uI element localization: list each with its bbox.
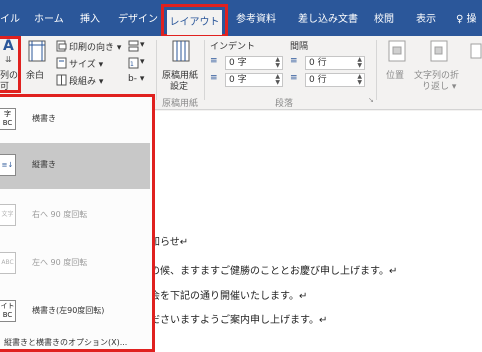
columns-button[interactable]: 段組み ▾ [56,73,116,87]
spacing-after-value: 0 行 [309,75,327,85]
paragraph-group-label: 段落 [275,99,294,109]
ribbon-tab-bar: イル ホーム 挿入 デザイン レイアウト 参考資料 差し込み文書 校閲 表示 ♀… [0,0,482,37]
menu-item-rotate-right[interactable]: 文字 右へ 90 度回転 [0,193,150,239]
spinner-icon: ▲ ▼ [357,73,362,86]
spacing-before-input[interactable]: 0 行 ▲ ▼ [305,56,365,70]
print-orientation-button[interactable]: 印刷の向き ▾ [56,39,126,53]
tab-references[interactable]: 参考資料 [236,10,276,25]
line-numbers-button[interactable]: 1 ▾ [128,56,150,70]
down-arrow-icon: ⇊ [5,55,12,64]
tab-tell-me[interactable]: ♀ 操 [456,10,477,25]
manuscript-settings-button[interactable]: 原稿用紙 設定 [160,38,202,92]
line-numbers-icon: 1 [128,57,139,69]
menu-item-label: 左へ 90 度回転 [32,258,88,267]
align-icon [470,43,482,59]
position-label: 位置 [386,71,405,81]
size-button[interactable]: サイズ ▾ [56,56,116,70]
text-direction-button[interactable]: A ⇊ 列の 可 [0,38,20,92]
indent-right-input[interactable]: 0 字 ▲ ▼ [225,73,283,87]
spinner-icon: ▲ ▼ [275,73,280,86]
svg-text:1: 1 [130,61,134,68]
margins-label: 余白 [26,71,45,81]
tab-mailings[interactable]: 差し込み文書 [298,10,358,25]
position-button[interactable]: 位置 [382,38,412,90]
text-direction-options-link[interactable]: 縦書きと横書きのオプション(X)... [4,337,127,348]
manuscript-icon [172,40,190,62]
doc-line-3: 会を下記の通り開催いたします。↵ [150,291,308,302]
position-icon [388,40,406,62]
wrap-text-icon [430,40,448,62]
manuscript-group-label: 原稿用紙 [162,99,199,109]
doc-line-2: の候、ますますご健勝のこととお慶び申し上げます。↵ [150,266,398,277]
rotate-left-icon: ABC [0,252,16,274]
indent-left-icon: ≡ [210,56,218,66]
doc-line-1: 知らせ↵ [150,237,189,248]
columns-icon [56,74,67,86]
menu-item-label: 縦書き [32,160,56,169]
spinner-icon: ▲ ▼ [275,56,280,69]
menu-item-horizontal[interactable]: 字 BC 横書き [0,97,150,143]
ribbon-separator [156,40,157,100]
ribbon-separator [204,40,205,100]
orientation-icon [56,40,67,52]
dialog-launcher-icon[interactable]: ↘ [368,96,374,104]
horizontal-rotated-text-icon: イト BC [0,300,16,322]
menu-item-rotate-left[interactable]: ABC 左へ 90 度回転 [0,241,150,287]
vertical-text-icon: ≡↓ [0,154,16,176]
wrap-text-label-2: り返し ▾ [422,82,457,92]
spacing-before-value: 0 行 [309,58,327,68]
margins-icon [28,40,46,62]
tab-home[interactable]: ホーム [34,10,64,25]
spacing-header: 間隔 [290,42,309,52]
margins-button[interactable]: 余白 [24,38,52,88]
indent-right-value: 0 字 [229,75,247,85]
spacing-before-icon: ≡ [290,56,298,66]
manuscript-label-2: 設定 [170,82,189,92]
menu-item-label: 横書き [32,114,56,123]
text-direction-menu: 字 BC 横書き ≡↓ 縦書き 文字 右へ 90 度回転 ABC 左へ 90 度… [0,94,155,352]
tab-view[interactable]: 表示 [416,10,436,25]
menu-item-label: 右へ 90 度回転 [32,210,88,219]
menu-item-horizontal-rotated[interactable]: イト BC 横書き(左90度回転) [0,289,150,335]
tab-layout[interactable]: レイアウト [167,10,222,35]
menu-item-label: 横書き(左90度回転) [32,306,105,315]
tab-review[interactable]: 校閲 [374,10,394,25]
text-direction-icon: A [3,38,14,54]
spinner-icon: ▲ ▼ [357,56,362,69]
text-direction-label-2: 可 [0,82,10,92]
size-icon [56,57,67,69]
spacing-after-icon: ≡ [290,73,298,83]
columns-label: 段組み ▾ [69,77,104,87]
print-orientation-label: 印刷の向き ▾ [69,43,122,53]
hyphenation-button[interactable]: b‐ ▾ [128,74,144,84]
tab-design[interactable]: デザイン [118,10,158,25]
horizontal-text-icon: 字 BC [0,108,16,130]
breaks-button[interactable]: ▾ [128,39,150,53]
rotate-right-icon: 文字 [0,204,16,226]
doc-line-4: ださいますようご案内申し上げます。↵ [150,315,328,326]
size-label: サイズ ▾ [69,60,104,70]
indent-left-value: 0 字 [229,58,247,68]
line-numbers-dropdown: ▾ [140,57,145,67]
indent-right-icon: ≡ [210,73,218,83]
menu-item-vertical[interactable]: ≡↓ 縦書き [0,143,150,189]
wrap-text-button[interactable]: 文字列の折 り返し ▾ [414,38,464,92]
tab-layout-highlight: レイアウト [161,4,228,37]
indent-left-input[interactable]: 0 字 ▲ ▼ [225,56,283,70]
tab-file[interactable]: イル [0,10,20,25]
indent-header: インデント [210,42,256,52]
breaks-icon [128,40,139,52]
spacing-after-input[interactable]: 0 行 ▲ ▼ [305,73,365,87]
ribbon-separator [376,40,377,100]
tab-insert[interactable]: 挿入 [80,10,100,25]
breaks-dropdown: ▾ [140,40,145,50]
